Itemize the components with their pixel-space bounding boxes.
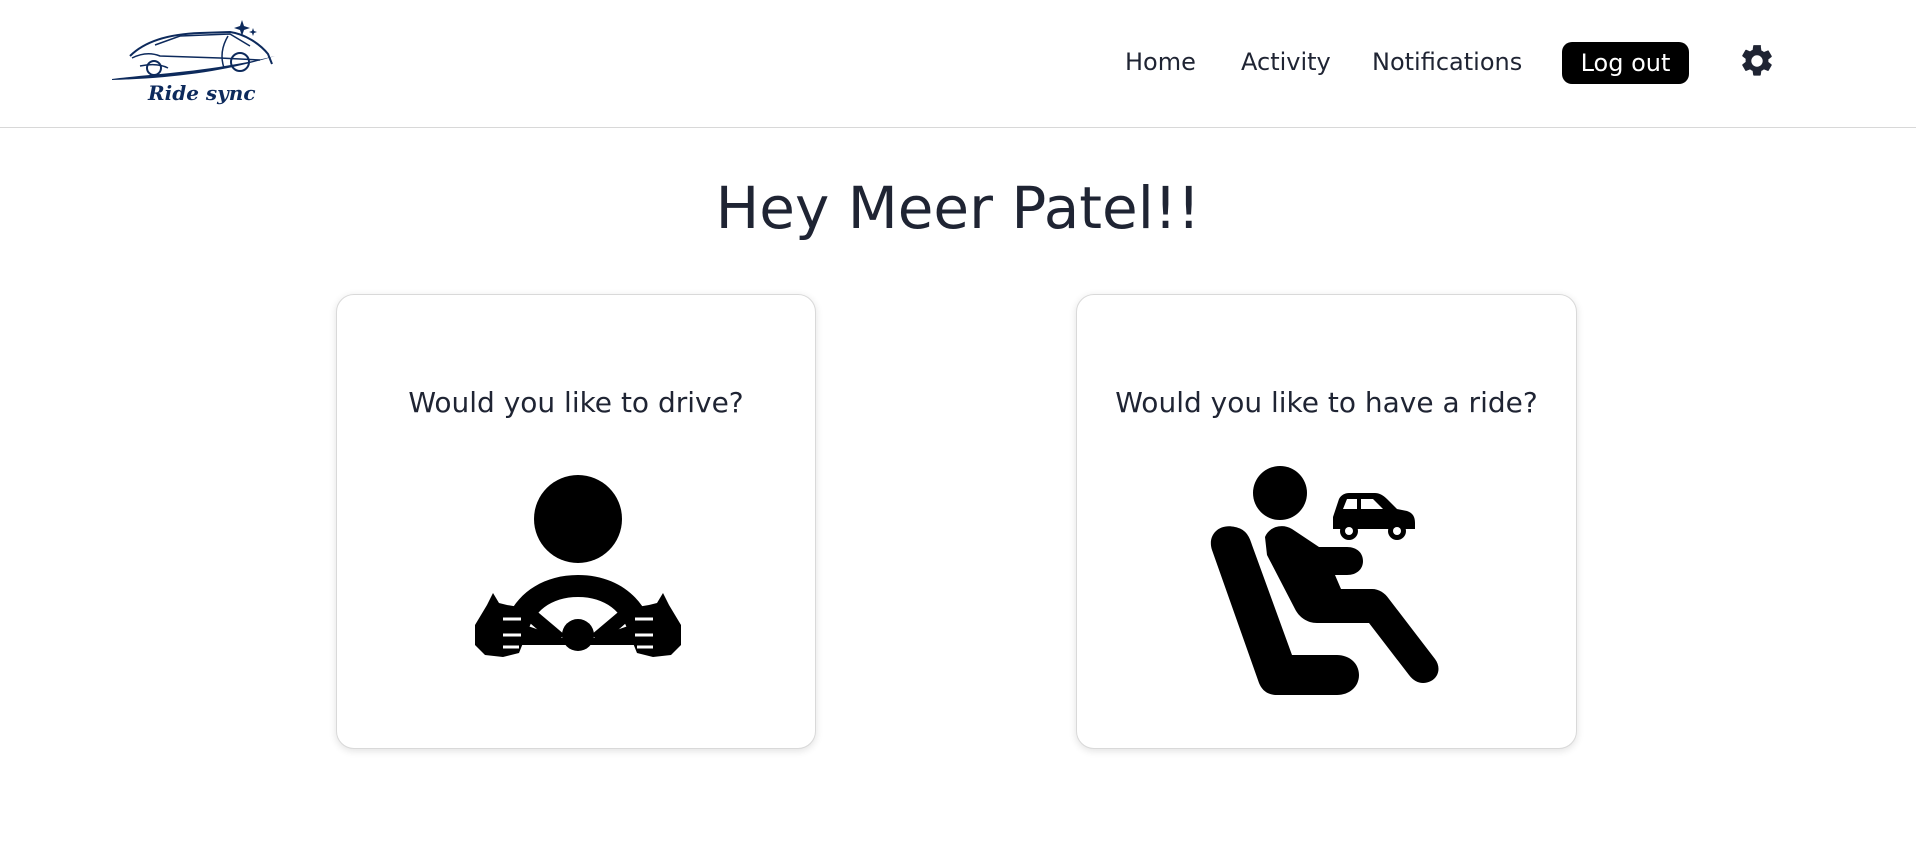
ride-option-card[interactable]: Would you like to have a ride? bbox=[1076, 294, 1577, 749]
nav-notifications-link[interactable]: Notifications bbox=[1372, 46, 1522, 78]
ride-sync-logo[interactable]: Ride sync bbox=[110, 16, 280, 112]
steering-wheel-driver-icon bbox=[475, 475, 681, 657]
logo-text: Ride sync bbox=[147, 81, 256, 105]
passenger-seat-icon bbox=[1210, 466, 1439, 695]
drive-card-title: Would you like to drive? bbox=[408, 386, 744, 419]
nav-activity-link[interactable]: Activity bbox=[1241, 46, 1331, 78]
drive-option-card[interactable]: Would you like to drive? bbox=[336, 294, 816, 749]
navbar: Ride sync Home Activity Notifications Lo… bbox=[0, 0, 1916, 128]
ride-card-title: Would you like to have a ride? bbox=[1115, 386, 1538, 419]
greeting-heading: Hey Meer Patel!! bbox=[715, 174, 1201, 242]
nav-home-link[interactable]: Home bbox=[1125, 46, 1196, 78]
gear-icon[interactable] bbox=[1738, 42, 1776, 80]
logout-button[interactable]: Log out bbox=[1562, 42, 1689, 84]
